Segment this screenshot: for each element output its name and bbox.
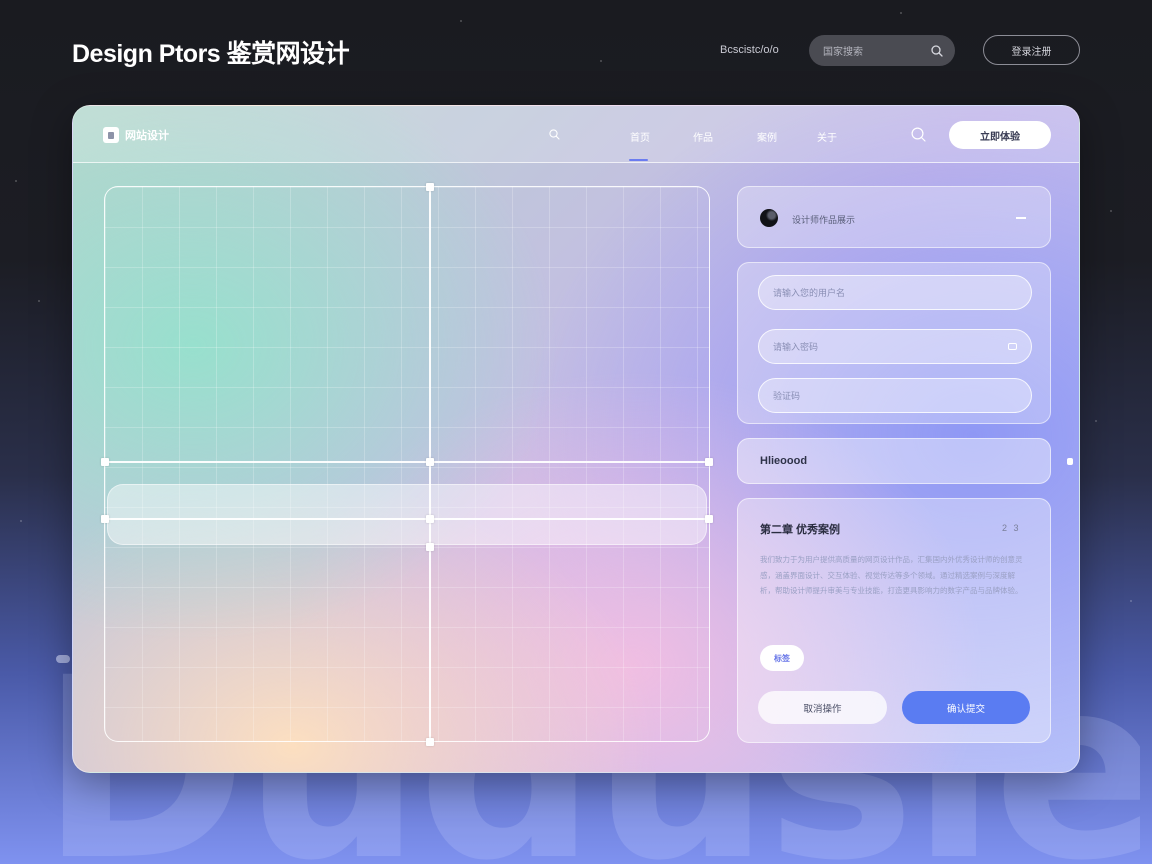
- section-label: Hlieoood: [760, 455, 808, 467]
- detail-title: 第二章 优秀案例: [760, 524, 841, 536]
- eye-icon[interactable]: [1008, 343, 1017, 350]
- resize-handle[interactable]: [426, 458, 434, 466]
- glass-bar: [107, 484, 707, 545]
- username-placeholder: 请输入您的用户名: [773, 288, 846, 298]
- main-card: 网站设计 首页 作品 案例 关于 立即体验 设计师作品展示 请输入您的用户名 请…: [72, 105, 1080, 773]
- card-navbar: 网站设计 首页 作品 案例 关于 立即体验: [73, 106, 1079, 163]
- captcha-placeholder: 验证码: [773, 391, 801, 401]
- scroll-indicator[interactable]: [1067, 458, 1073, 465]
- cancel-button[interactable]: 取消操作: [758, 691, 887, 724]
- profile-text: 设计师作品展示: [792, 215, 856, 225]
- resize-handle[interactable]: [426, 738, 434, 746]
- guide-line-horizontal[interactable]: [104, 518, 710, 520]
- decorative-handle: [56, 655, 70, 663]
- header-link[interactable]: Bcscistc/o/o: [720, 44, 779, 56]
- detail-tag[interactable]: 标签: [760, 645, 804, 671]
- resize-handle[interactable]: [101, 458, 109, 466]
- detail-meta: 2 3: [1002, 523, 1021, 533]
- search-icon[interactable]: [549, 129, 560, 140]
- detail-body: 我们致力于为用户提供高质量的网页设计作品，汇集国内外优秀设计师的创意灵感，涵盖界…: [760, 555, 1023, 595]
- nav-item-about[interactable]: 关于: [817, 129, 837, 144]
- username-field[interactable]: 请输入您的用户名: [758, 275, 1032, 310]
- design-canvas[interactable]: [104, 186, 710, 742]
- captcha-field[interactable]: 验证码: [758, 378, 1032, 413]
- nav-item-works[interactable]: 作品: [693, 129, 713, 144]
- brand-logo-icon: [103, 127, 119, 143]
- header-search-placeholder: 国家搜索: [823, 47, 863, 58]
- profile-panel[interactable]: 设计师作品展示: [737, 186, 1051, 248]
- search-icon: [931, 44, 943, 57]
- cta-button[interactable]: 立即体验: [949, 121, 1051, 149]
- resize-handle[interactable]: [426, 515, 434, 523]
- resize-handle[interactable]: [705, 458, 713, 466]
- header-search-input[interactable]: 国家搜索: [809, 35, 955, 66]
- avatar: [760, 209, 778, 227]
- nav-item-home[interactable]: 首页: [630, 129, 650, 144]
- resize-handle[interactable]: [426, 183, 434, 191]
- section-label-panel[interactable]: Hlieoood: [737, 438, 1051, 484]
- brand-name: 网站设计: [125, 130, 169, 142]
- page-title: Design Ptors 鉴赏网设计: [72, 40, 350, 68]
- form-panel: 请输入您的用户名 请输入密码 验证码: [737, 262, 1051, 424]
- resize-handle[interactable]: [705, 515, 713, 523]
- brand[interactable]: 网站设计: [103, 127, 169, 143]
- nav-item-cases[interactable]: 案例: [757, 129, 777, 144]
- login-button[interactable]: 登录注册: [983, 35, 1080, 65]
- guide-line-horizontal[interactable]: [104, 461, 710, 463]
- password-field[interactable]: 请输入密码: [758, 329, 1032, 364]
- resize-handle[interactable]: [426, 543, 434, 551]
- submit-button[interactable]: 确认提交: [902, 691, 1030, 724]
- password-placeholder: 请输入密码: [773, 342, 819, 352]
- resize-handle[interactable]: [101, 515, 109, 523]
- active-nav-indicator: [629, 159, 648, 161]
- detail-panel: 第二章 优秀案例 2 3 我们致力于为用户提供高质量的网页设计作品，汇集国内外优…: [737, 498, 1051, 743]
- search-icon[interactable]: [911, 127, 926, 142]
- minus-icon[interactable]: [1016, 217, 1026, 219]
